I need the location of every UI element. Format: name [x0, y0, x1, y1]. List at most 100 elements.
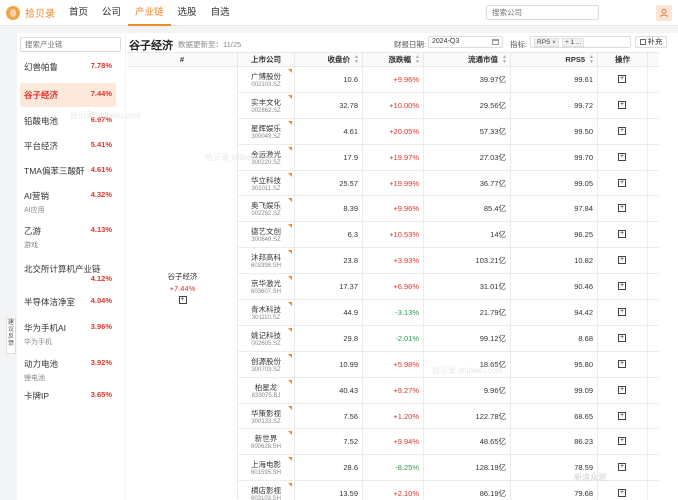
- company-name[interactable]: 德艺文创: [238, 227, 294, 236]
- add-to-watchlist-button[interactable]: +: [618, 204, 626, 213]
- add-to-watchlist-button[interactable]: +: [618, 385, 626, 394]
- add-to-watchlist-button[interactable]: +: [618, 411, 626, 420]
- nav-home[interactable]: 首页: [62, 0, 95, 26]
- company-name[interactable]: 新世界: [238, 434, 294, 443]
- company-name[interactable]: 广博股份: [238, 72, 294, 81]
- company-name[interactable]: 姚记科技: [238, 331, 294, 340]
- company-cell[interactable]: 星辉娱乐 300043.SZ: [238, 118, 295, 144]
- col-change[interactable]: 涨跌幅 ▲ ▼: [363, 53, 424, 66]
- table-row[interactable]: 德艺文创 300640.SZ 6.3 +10.53% 14亿 96.25 +: [238, 222, 659, 249]
- col-market-cap[interactable]: 流通市值 ▲ ▼: [424, 53, 511, 66]
- add-to-watchlist-button[interactable]: +: [618, 178, 626, 187]
- table-row[interactable]: 广博股份 002103.SZ 10.6 +9.96% 39.97亿 99.61 +: [238, 67, 659, 93]
- table-row[interactable]: 金运激光 300220.SZ 17.9 +19.97% 27.03亿 99.70 +: [238, 144, 659, 171]
- table-row[interactable]: 实丰文化 002862.SZ 32.78 +10.00% 29.56亿 99.72 +: [238, 92, 659, 119]
- industry-search-input[interactable]: [20, 37, 121, 52]
- company-cell[interactable]: 德艺文创 300640.SZ: [238, 222, 295, 248]
- table-row[interactable]: 京华激光 603607.SH 17.37 +6.96% 31.01亿 90.46 +: [238, 274, 659, 301]
- add-to-watchlist-button[interactable]: +: [618, 256, 626, 265]
- user-avatar[interactable]: [656, 5, 672, 21]
- sidebar-item-semiconductor-cleanroom[interactable]: 半导体洁净室 4.04%: [20, 291, 116, 316]
- company-cell[interactable]: 姚记科技 002605.SZ: [238, 325, 295, 351]
- company-cell[interactable]: 沐邦高科 603398.SH: [238, 248, 295, 274]
- company-cell[interactable]: 柏星龙 833075.BJ: [238, 377, 295, 403]
- table-row[interactable]: 华策影视 300133.SZ 7.56 +1.20% 122.78亿 68.65 +: [238, 403, 659, 430]
- metric-select[interactable]: RPS × + 1 ...: [530, 36, 631, 48]
- table-row[interactable]: 青木科技 301110.SZ 44.9 -3.13% 21.79亿 94.42 +: [238, 300, 659, 326]
- table-row[interactable]: 横店影视 603103.SH 13.59 +2.10% 86.19亿 79.68 +: [238, 481, 659, 500]
- company-cell[interactable]: 青木科技 301110.SZ: [238, 300, 295, 325]
- company-cell[interactable]: 上海电影 601595.SH: [238, 455, 295, 481]
- company-name[interactable]: 奥飞娱乐: [238, 201, 294, 210]
- add-to-watchlist-button[interactable]: +: [618, 126, 626, 135]
- feedback-button[interactable]: 建议反馈: [6, 318, 16, 354]
- company-name[interactable]: 京华激光: [238, 279, 294, 288]
- group-add-button[interactable]: +: [178, 296, 187, 304]
- add-to-watchlist-button[interactable]: +: [618, 75, 626, 83]
- company-name[interactable]: 上海电影: [238, 460, 294, 469]
- sidebar-item-huanshoupalu[interactable]: 幻兽帕鲁 7.78%: [20, 57, 116, 83]
- company-search-input[interactable]: [486, 5, 599, 20]
- nav-watchlist[interactable]: 自选: [204, 0, 237, 26]
- company-name[interactable]: 金运激光: [238, 150, 294, 159]
- company-cell[interactable]: 横店影视 603103.SH: [238, 481, 295, 500]
- sidebar-item-pingtaijingji[interactable]: 平台经济 5.41%: [20, 132, 116, 157]
- sidebar-item-tma[interactable]: TMA偏苯三酸酐 4.61%: [20, 157, 116, 182]
- price-cell: 23.8: [295, 248, 363, 274]
- company-name[interactable]: 华立科技: [238, 176, 294, 185]
- metric-tag-more[interactable]: + 1 ...: [561, 37, 585, 47]
- add-to-watchlist-button[interactable]: +: [618, 100, 626, 109]
- company-name[interactable]: 实丰文化: [238, 98, 294, 107]
- sidebar-item-card-ip[interactable]: 卡牌IP 3.65%: [20, 386, 116, 404]
- metric-tag-rps[interactable]: RPS ×: [534, 37, 559, 47]
- sidebar-item-huawei-phone-ai[interactable]: 华为手机AI 3.96% 华为手机: [20, 316, 116, 352]
- company-name[interactable]: 柏星龙: [238, 383, 294, 392]
- company-name[interactable]: 华策影视: [238, 409, 294, 418]
- table-row[interactable]: 华立科技 301011.SZ 25.57 +19.99% 36.77亿 99.05 +: [238, 170, 659, 197]
- company-cell[interactable]: 华策影视 300133.SZ: [238, 403, 295, 429]
- add-to-watchlist-button[interactable]: +: [618, 152, 626, 161]
- nav-industry-chain[interactable]: 产业链: [128, 0, 171, 26]
- add-to-watchlist-button[interactable]: +: [618, 359, 626, 368]
- company-cell[interactable]: 京华激光 603607.SH: [238, 274, 295, 300]
- add-to-watchlist-button[interactable]: +: [618, 282, 626, 291]
- company-name[interactable]: 沐邦高科: [238, 253, 294, 262]
- company-name[interactable]: 青木科技: [238, 305, 294, 314]
- col-price[interactable]: 收盘价 ▲ ▼: [295, 53, 363, 66]
- nav-stock-picker[interactable]: 选股: [171, 0, 204, 26]
- table-row[interactable]: 新世界 600628.SH 7.52 +9.94% 48.65亿 86.23 +: [238, 429, 659, 456]
- add-to-watchlist-button[interactable]: +: [618, 230, 626, 239]
- company-cell[interactable]: 广博股份 002103.SZ: [238, 67, 295, 92]
- table-row[interactable]: 柏星龙 833075.BJ 40.43 +9.27% 9.96亿 99.09 +: [238, 377, 659, 404]
- add-to-watchlist-button[interactable]: +: [618, 489, 626, 498]
- add-to-watchlist-button[interactable]: +: [618, 308, 626, 317]
- company-cell[interactable]: 实丰文化 002862.SZ: [238, 92, 295, 118]
- sidebar-item-bjs-computer[interactable]: 北交所计算机产业链 4.12%: [20, 255, 116, 291]
- supplement-button[interactable]: 补充: [635, 36, 667, 48]
- table-row[interactable]: 沐邦高科 603398.SH 23.8 +3.93% 103.21亿 10.82 +: [238, 248, 659, 275]
- table-row[interactable]: 创源股份 300703.SZ 10.99 +5.98% 18.65亿 95.80 +: [238, 351, 659, 378]
- add-to-watchlist-button[interactable]: +: [618, 463, 626, 472]
- add-to-watchlist-button[interactable]: +: [618, 333, 626, 342]
- company-cell[interactable]: 新世界 600628.SH: [238, 429, 295, 455]
- sidebar-item-yiyou[interactable]: 乙游 4.13% 游戏: [20, 219, 116, 255]
- company-cell[interactable]: 华立科技 301011.SZ: [238, 170, 295, 196]
- sidebar-item-ai-marketing[interactable]: AI营销 4.32% AI应用: [20, 182, 116, 219]
- col-rps5[interactable]: RPS5 ▲ ▼: [511, 53, 598, 66]
- table-row[interactable]: 姚记科技 002605.SZ 29.8 -2.01% 99.12亿 8.68 +: [238, 325, 659, 352]
- nav-company[interactable]: 公司: [95, 0, 128, 26]
- sidebar-item-guzijingji[interactable]: 谷子经济 7.44%: [20, 83, 116, 107]
- table-row[interactable]: 奥飞娱乐 002292.SZ 8.39 +9.96% 85.4亿 97.84 +: [238, 196, 659, 223]
- add-to-watchlist-button[interactable]: +: [618, 437, 626, 446]
- logo[interactable]: 拾贝录: [6, 5, 56, 20]
- company-cell[interactable]: 奥飞娱乐 002292.SZ: [238, 196, 295, 222]
- sidebar-item-power-battery[interactable]: 动力电池 3.92% 锂电池: [20, 352, 116, 386]
- company-cell[interactable]: 创源股份 300703.SZ: [238, 351, 295, 377]
- company-cell[interactable]: 金运激光 300220.SZ: [238, 144, 295, 170]
- company-name[interactable]: 星辉娱乐: [238, 124, 294, 133]
- company-name[interactable]: 创源股份: [238, 357, 294, 366]
- table-row[interactable]: 星辉娱乐 300043.SZ 4.61 +20.05% 57.33亿 99.50 +: [238, 118, 659, 145]
- sidebar-item-qiansuandianchi[interactable]: 铅酸电池 6.97%: [20, 107, 116, 132]
- company-name[interactable]: 横店影视: [238, 486, 294, 495]
- report-period-picker[interactable]: 2024-Q3: [428, 36, 503, 48]
